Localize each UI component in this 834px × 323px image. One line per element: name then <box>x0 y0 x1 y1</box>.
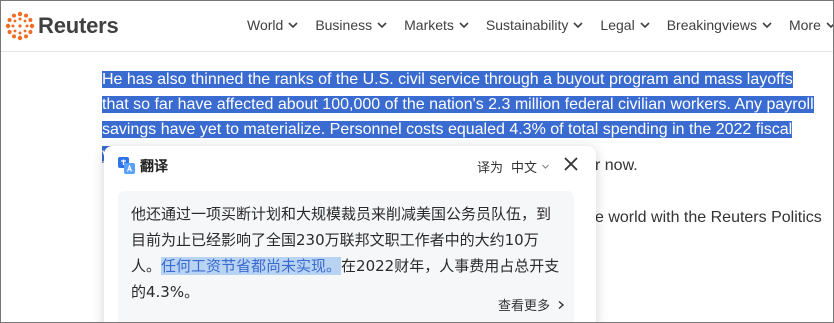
article-paragraph-partial: e world with the Reuters Politics <box>595 209 822 226</box>
nav-label: Markets <box>404 17 454 33</box>
nav-label: Legal <box>600 17 635 33</box>
nav-label: Sustainability <box>485 17 569 33</box>
chevron-down-icon <box>377 22 387 29</box>
translate-to-label: 译为 <box>477 160 504 175</box>
nav-breakingviews[interactable]: Breakingviews <box>667 17 773 33</box>
translation-highlight: 任何工资节省都尚未实现。 <box>161 257 342 275</box>
chevron-down-icon <box>288 22 298 29</box>
chevron-down-icon <box>542 164 549 169</box>
chevron-down-icon <box>573 22 583 29</box>
logo-text: Reuters <box>38 13 119 38</box>
chevron-down-icon <box>459 22 469 29</box>
nav-label: Breakingviews <box>666 17 757 33</box>
nav-legal[interactable]: Legal <box>600 17 650 33</box>
reuters-logo[interactable]: Reuters <box>5 10 119 42</box>
view-more-label: 查看更多 <box>498 298 551 313</box>
close-icon[interactable] <box>562 155 580 173</box>
site-header: Reuters World Business Markets Sustainab… <box>1 1 833 52</box>
nav-business[interactable]: Business <box>315 17 388 33</box>
popup-title: 翻译 <box>140 158 168 174</box>
chevron-down-icon <box>640 22 650 29</box>
nav-label: Business <box>315 17 373 33</box>
reuters-logo-icon <box>5 11 35 41</box>
browser-viewport: Reuters World Business Markets Sustainab… <box>0 0 834 323</box>
translate-icon <box>118 157 135 174</box>
nav-label: More <box>788 17 821 33</box>
chevron-down-icon <box>762 22 772 29</box>
nav-sustainability[interactable]: Sustainability <box>486 17 585 33</box>
article-paragraph-partial: r now. <box>595 157 638 174</box>
translate-popup-header: 翻译 译为 中文 <box>104 146 596 184</box>
translate-popup: 翻译 译为 中文 他还通过一项买断计划和大规模裁员来削减美国公务员队伍，到目前为… <box>104 146 596 322</box>
chevron-right-icon <box>558 300 565 309</box>
target-language-select[interactable]: 中文 <box>511 157 550 176</box>
chevron-down-icon <box>826 22 833 29</box>
translation-text: 他还通过一项买断计划和大规模裁员来削减美国公务员队伍，到目前为止已经影响了全国2… <box>131 201 561 305</box>
nav-markets[interactable]: Markets <box>404 17 470 33</box>
translation-result: 他还通过一项买断计划和大规模裁员来削减美国公务员队伍，到目前为止已经影响了全国2… <box>118 191 574 322</box>
nav-label: World <box>247 17 284 33</box>
view-more-link[interactable]: 查看更多 <box>498 295 566 314</box>
nav-world[interactable]: World <box>247 17 299 33</box>
main-nav: World Business Markets Sustainability Le… <box>247 17 833 33</box>
target-language-value: 中文 <box>511 160 538 175</box>
nav-more[interactable]: More <box>788 17 833 33</box>
